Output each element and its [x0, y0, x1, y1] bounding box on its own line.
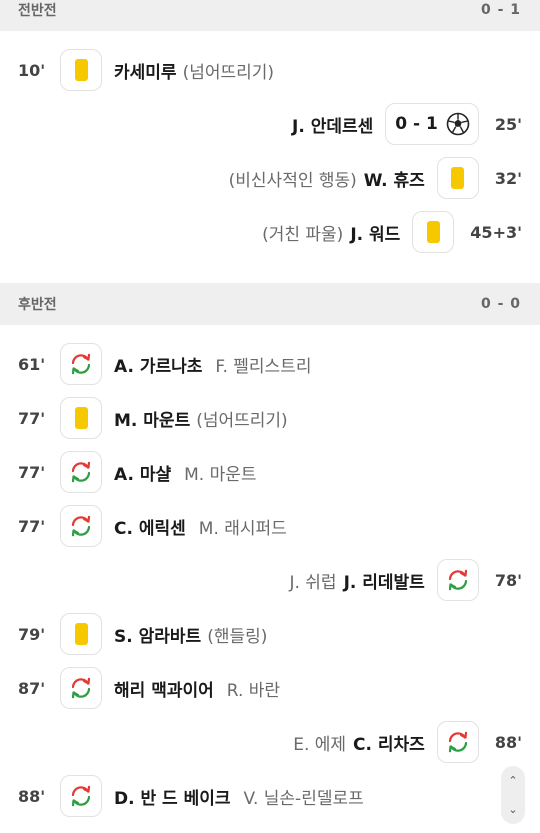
event-minute: 77' — [18, 408, 46, 428]
event-row[interactable]: 77' A. 마샬 M. 마운트 — [0, 450, 540, 494]
event-minute: 78' — [494, 570, 522, 590]
event-detail: V. 닐손-린델로프 — [243, 788, 364, 809]
event-player[interactable]: A. 가르나초 — [114, 352, 202, 377]
substitution-icon — [60, 667, 102, 709]
event-player[interactable]: 카세미루 — [114, 58, 177, 83]
event-row[interactable]: 10' 카세미루 (넘어뜨리기) — [0, 48, 540, 92]
event-player[interactable]: A. 마샬 — [114, 460, 171, 485]
event-minute: 61' — [18, 354, 46, 374]
substitution-icon — [60, 343, 102, 385]
goal-badge: 0 - 1 — [385, 103, 479, 145]
event-detail: M. 래시퍼드 — [198, 518, 287, 539]
event-player[interactable]: D. 반 드 베이크 — [114, 784, 231, 809]
event-row[interactable]: (비신사적인 행동) W. 휴즈 32' — [0, 156, 540, 200]
event-row[interactable]: 87' 해리 맥과이어 R. 바란 — [0, 666, 540, 710]
event-minute: 10' — [18, 60, 46, 80]
event-minute: 32' — [494, 168, 522, 188]
event-player[interactable]: J. 안데르센 — [292, 112, 373, 137]
second-half-header: 후반전 0 - 0 — [0, 283, 540, 325]
event-player[interactable]: C. 리차즈 — [353, 730, 425, 755]
event-row[interactable]: 61' A. 가르나초 F. 펠리스트리 — [0, 342, 540, 386]
substitution-icon — [60, 775, 102, 817]
event-row[interactable]: 88' D. 반 드 베이크 V. 닐손-린델로프 — [0, 774, 540, 818]
event-minute: 88' — [18, 786, 46, 806]
event-minute: 88' — [494, 732, 522, 752]
event-minute: 45+3' — [470, 222, 522, 242]
substitution-icon — [60, 505, 102, 547]
chevron-up-icon[interactable]: ⌃ — [508, 774, 517, 787]
event-player[interactable]: W. 휴즈 — [364, 166, 425, 191]
first-half-header: 전반전 0 - 1 — [0, 0, 540, 31]
event-detail: (거친 파울) — [262, 224, 344, 245]
event-player[interactable]: S. 암라바트 — [114, 622, 201, 647]
event-minute: 79' — [18, 624, 46, 644]
event-detail: (넘어뜨리기) — [182, 62, 275, 83]
event-detail: (넘어뜨리기) — [196, 410, 288, 431]
substitution-icon — [436, 559, 479, 601]
event-row[interactable]: 79' S. 암라바트 (핸들링) — [0, 612, 540, 656]
event-detail: (핸들링) — [207, 626, 268, 647]
event-row[interactable]: J. 쉬럽 J. 리데발트 78' — [0, 558, 540, 602]
event-player[interactable]: J. 워드 — [350, 220, 400, 245]
yellow-card-icon — [60, 397, 102, 439]
second-half-label: 후반전 — [18, 297, 57, 313]
second-half-score: 0 - 0 — [480, 296, 521, 312]
substitution-icon — [436, 721, 479, 763]
event-player[interactable]: 해리 맥과이어 — [114, 676, 214, 701]
yellow-card-icon — [436, 157, 479, 199]
event-row[interactable]: (거친 파울) J. 워드 45+3' — [0, 210, 540, 254]
substitution-icon — [60, 451, 102, 493]
event-detail: (비신사적인 행동) — [228, 170, 357, 191]
event-row[interactable]: 77' M. 마운트 (넘어뜨리기) — [0, 396, 540, 440]
goal-score: 0 - 1 — [395, 114, 438, 134]
event-minute: 87' — [18, 678, 46, 698]
event-detail: F. 펠리스트리 — [215, 356, 312, 377]
event-detail: M. 마운트 — [184, 464, 257, 485]
yellow-card-icon — [60, 49, 102, 91]
event-player[interactable]: C. 에릭센 — [114, 514, 186, 539]
event-row[interactable]: 77' C. 에릭센 M. 래시퍼드 — [0, 504, 540, 548]
yellow-card-icon — [412, 211, 455, 253]
event-detail: J. 쉬럽 — [289, 572, 337, 593]
scroll-control[interactable]: ⌃ ⌄ — [501, 766, 525, 824]
yellow-card-icon — [60, 613, 102, 655]
event-minute: 25' — [494, 114, 522, 134]
event-row[interactable]: E. 에제 C. 리차즈 88' — [0, 720, 540, 764]
event-player[interactable]: M. 마운트 — [114, 406, 190, 431]
first-half-label: 전반전 — [18, 3, 57, 19]
event-detail: R. 바란 — [226, 680, 281, 701]
event-row[interactable]: J. 안데르센 0 - 1 25' — [0, 102, 540, 146]
chevron-down-icon[interactable]: ⌄ — [508, 803, 517, 816]
event-player[interactable]: J. 리데발트 — [344, 568, 425, 593]
event-minute: 77' — [18, 516, 46, 536]
football-icon — [446, 112, 470, 136]
event-detail: E. 에제 — [293, 734, 347, 755]
first-half-score: 0 - 1 — [480, 2, 521, 18]
event-minute: 77' — [18, 462, 46, 482]
